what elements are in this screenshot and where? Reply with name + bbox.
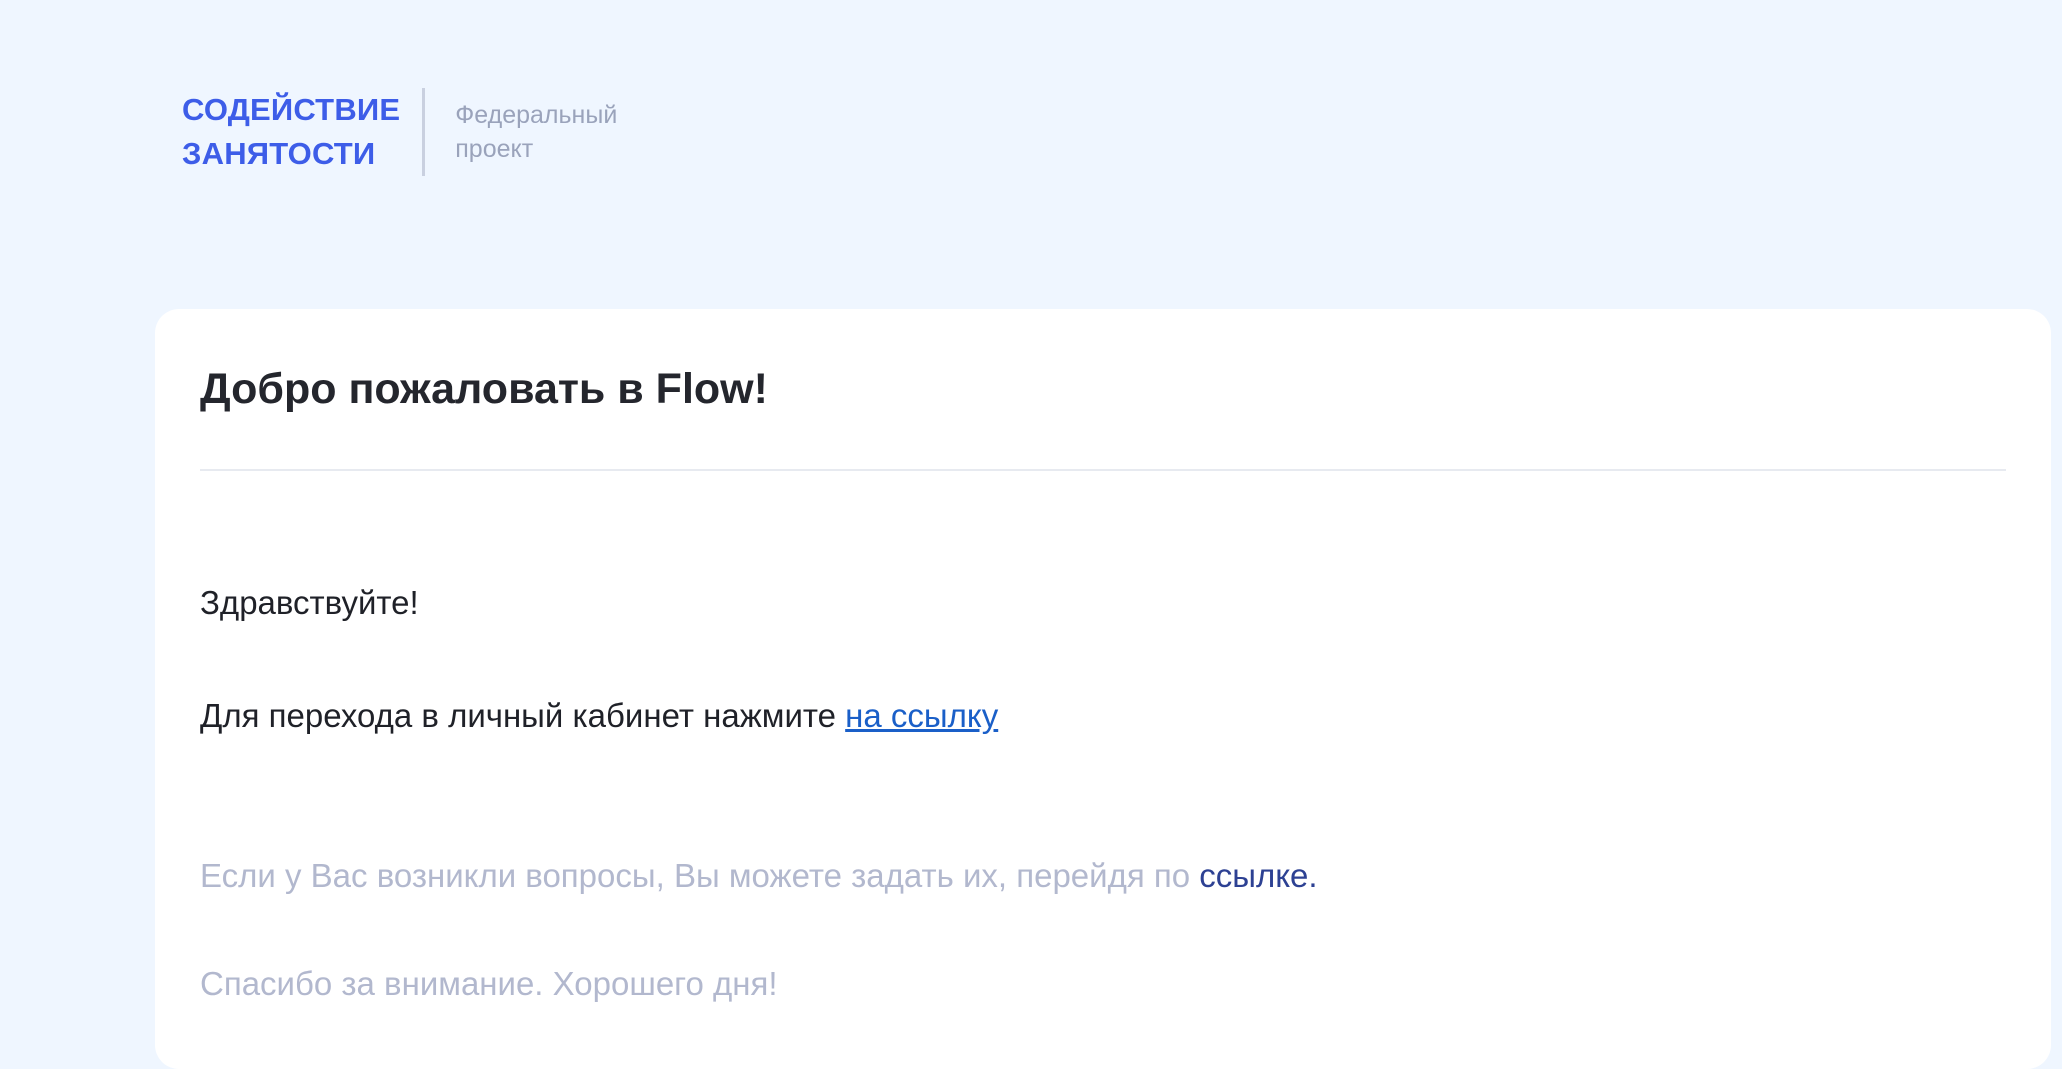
title-divider (200, 469, 2006, 471)
cabinet-link[interactable]: на ссылку (845, 697, 998, 734)
greeting-text: Здравствуйте! (200, 584, 419, 621)
cabinet-instruction: Для перехода в личный кабинет нажмите на… (200, 694, 998, 738)
logo-subtitle-line-2: проект (455, 135, 534, 163)
questions-link[interactable]: ссылке. (1199, 857, 1317, 894)
cabinet-instruction-text: Для перехода в личный кабинет нажмите (200, 697, 846, 734)
brand-logo: СОДЕЙСТВИЕ ЗАНЯТОСТИ Федеральный проект (182, 88, 617, 176)
logo-line-2: ЗАНЯТОСТИ (182, 136, 376, 171)
closing-text: Спасибо за внимание. Хорошего дня! (200, 965, 778, 1002)
logo-subtitle-line-1: Федеральный (455, 101, 618, 129)
logo-divider (422, 88, 426, 176)
questions-text-block: Если у Вас возникли вопросы, Вы можете з… (200, 854, 1318, 898)
logo-subtitle: Федеральный проект (455, 98, 617, 166)
email-title: Добро пожаловать в Flow! (200, 365, 768, 413)
questions-text: Если у Вас возникли вопросы, Вы можете з… (200, 857, 1200, 894)
logo-line-1: СОДЕЙСТВИЕ (182, 92, 401, 127)
logo-wordmark: СОДЕЙСТВИЕ ЗАНЯТОСТИ (182, 88, 400, 176)
email-card: Добро пожаловать в Flow! Здравствуйте! Д… (155, 309, 2051, 1069)
